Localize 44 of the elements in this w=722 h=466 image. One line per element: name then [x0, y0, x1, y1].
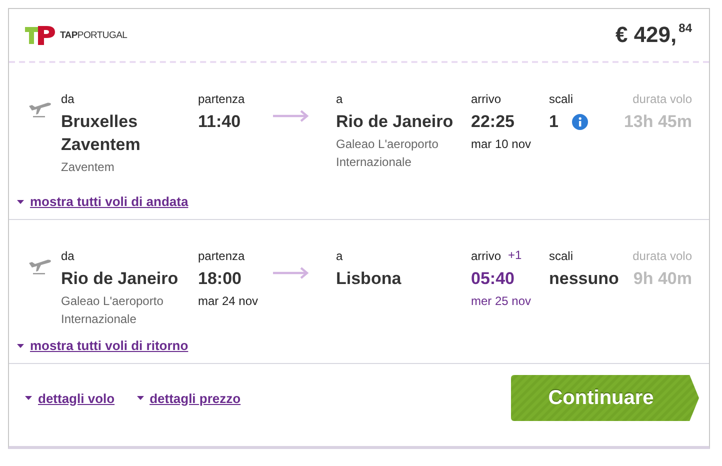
show-all-flights-link[interactable]: mostra tutti voli di andata [30, 194, 188, 209]
stops-label: scali [549, 91, 574, 107]
departure-label: partenza [198, 91, 245, 107]
to-label: a [336, 91, 343, 107]
to-label: a [336, 248, 343, 264]
origin-city: Rio de Janeiro [61, 268, 178, 290]
stops-count: 1 [549, 111, 558, 133]
day-offset: +1 [508, 248, 522, 264]
flight-duration: 9h 40m [633, 268, 692, 290]
airline-logo-text: TAPPORTUGAL [60, 30, 128, 40]
departure-date: mar 24 nov [198, 293, 258, 310]
destination-city: Rio de Janeiro [336, 111, 454, 133]
from-label: da [61, 91, 74, 107]
arrow-icon [273, 267, 309, 279]
departure-label: partenza [198, 248, 245, 264]
duration-label: durata volo [632, 248, 692, 264]
arrival-date: mar 10 nov [471, 136, 532, 153]
origin-airport: Zaventem [61, 159, 114, 176]
departure-time: 18:00 [198, 268, 242, 290]
caret-icon [136, 396, 144, 400]
departure-time: 11:40 [198, 111, 241, 133]
destination-city: Lisbona [336, 268, 402, 290]
caret-icon [17, 200, 24, 204]
origin-airport: Galeao L'aeroporto Internazionale [61, 293, 164, 328]
stops-label: scali [549, 248, 574, 264]
airline-logo-icon [25, 24, 57, 46]
arrival-label: arrivo [471, 91, 502, 107]
info-icon [572, 114, 588, 130]
arrival-time: 05:40 [471, 268, 514, 290]
arrival-label: arrivo [471, 248, 502, 264]
caret-icon [25, 396, 32, 400]
duration-label: durata volo [632, 91, 692, 107]
from-label: da [61, 248, 74, 264]
origin-city: Bruxelles Zaventem [61, 111, 142, 156]
caret-icon [17, 344, 24, 348]
arrow-icon [273, 110, 309, 122]
details-link[interactable]: dettagli volo [38, 390, 115, 406]
destination-airport: Galeao L'aeroporto Internazionale [336, 136, 440, 171]
flight-duration: 13h 45m [624, 111, 692, 133]
show-all-flights-link[interactable]: mostra tutti voli di ritorno [30, 338, 188, 353]
arrival-date: mer 25 nov [471, 293, 532, 310]
stops-count: nessuno [549, 268, 619, 290]
arrival-time: 22:25 [471, 111, 514, 133]
details-link[interactable]: dettagli prezzo [150, 390, 241, 406]
